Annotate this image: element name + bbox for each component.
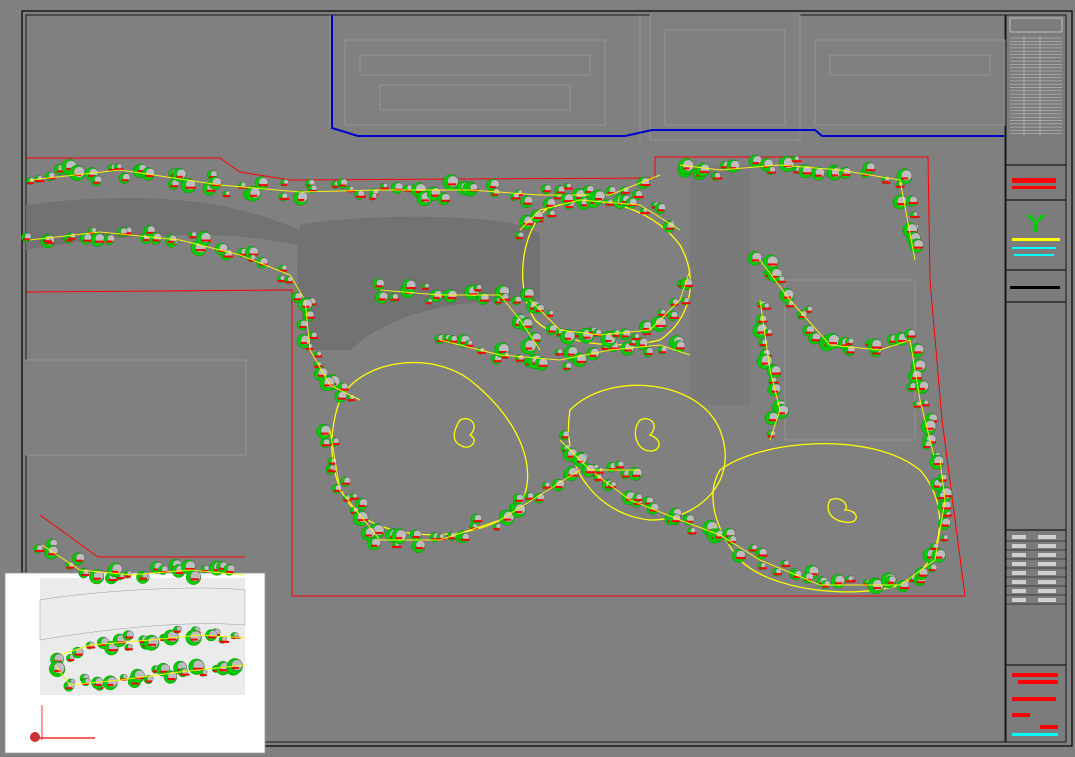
paving-areas — [26, 165, 750, 405]
cad-drawing-canvas[interactable] — [0, 0, 1075, 757]
road-edge-line — [331, 15, 1004, 137]
detail-viewport[interactable] — [4, 538, 266, 754]
landscape-planting-plan[interactable] — [0, 0, 1075, 757]
title-block — [1005, 14, 1067, 743]
